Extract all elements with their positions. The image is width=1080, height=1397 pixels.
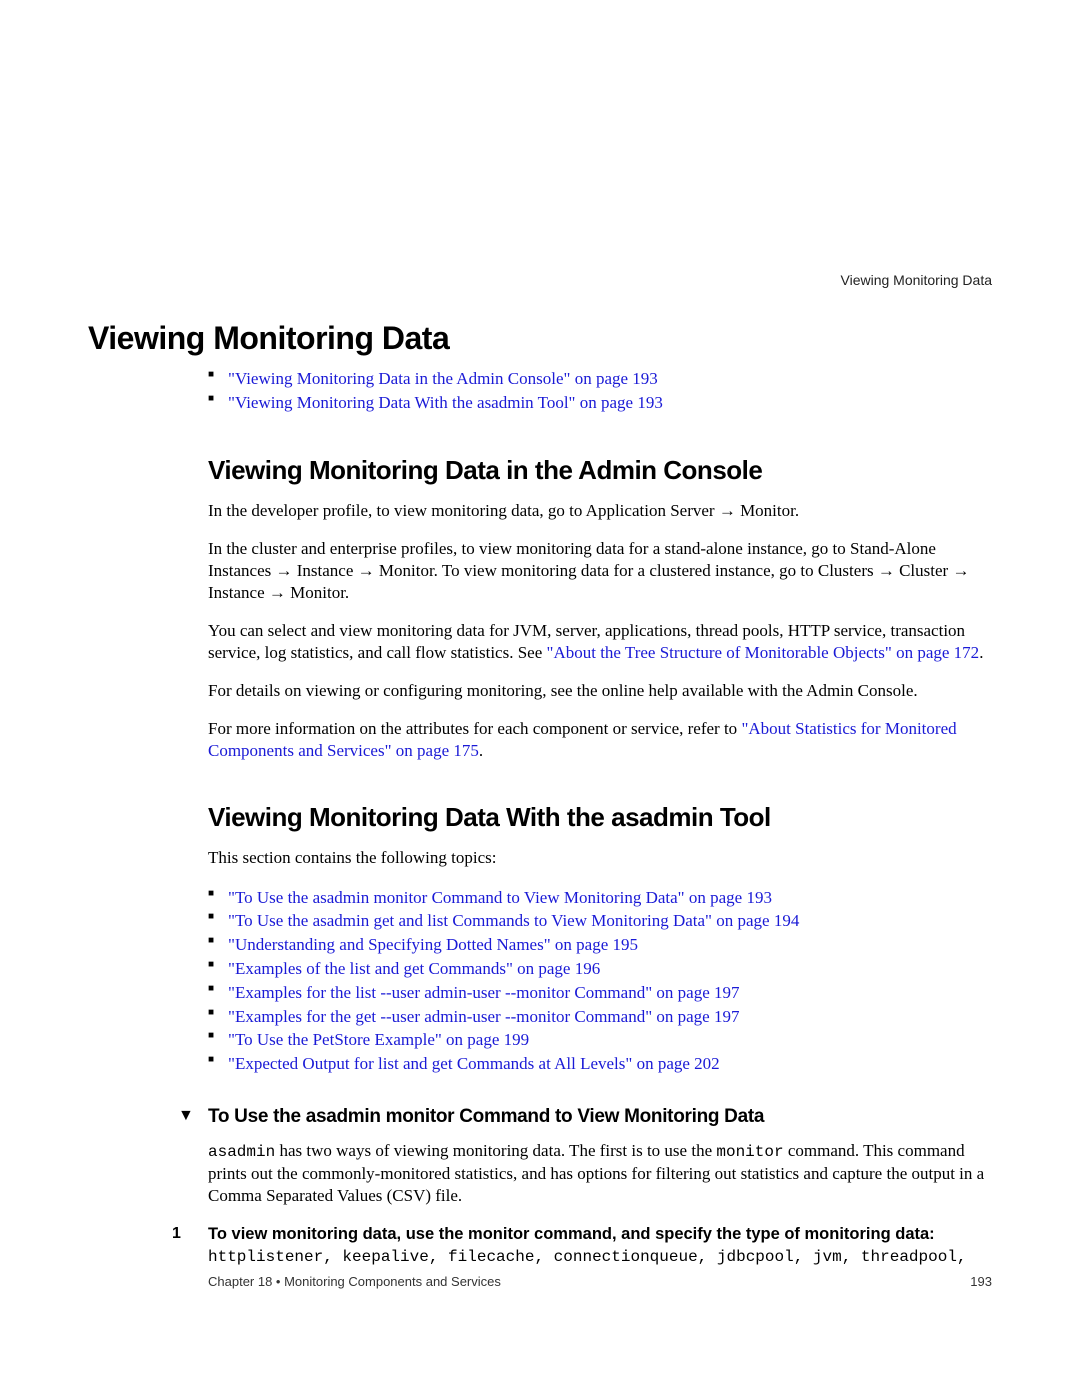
code-asadmin: asadmin [208, 1143, 275, 1161]
text: has two ways of viewing monitoring data.… [275, 1141, 716, 1160]
heading-asadmin-tool: Viewing Monitoring Data With the asadmin… [208, 802, 992, 833]
heading-text: To Use the asadmin monitor Command to Vi… [208, 1106, 764, 1127]
paragraph: For more information on the attributes f… [208, 718, 992, 762]
link-get-list-194[interactable]: "To Use the asadmin get and list Command… [228, 911, 799, 930]
paragraph: You can select and view monitoring data … [208, 620, 992, 664]
text: . [979, 643, 983, 662]
heading-monitor-command: ▼ To Use the asadmin monitor Command to … [208, 1106, 992, 1128]
paragraph: For details on viewing or configuring mo… [208, 680, 992, 702]
paragraph: In the developer profile, to view monito… [208, 500, 992, 522]
code-monitor: monitor [716, 1143, 783, 1161]
step-1: 1 To view monitoring data, use the monit… [208, 1223, 992, 1269]
page-footer: Chapter 18 • Monitoring Components and S… [88, 1274, 992, 1289]
heading-admin-console: Viewing Monitoring Data in the Admin Con… [208, 455, 992, 486]
page-title: Viewing Monitoring Data [88, 320, 992, 357]
link-expected-output-202[interactable]: "Expected Output for list and get Comman… [228, 1054, 720, 1073]
link-dotted-names-195[interactable]: "Understanding and Specifying Dotted Nam… [228, 935, 638, 954]
text: For more information on the attributes f… [208, 719, 741, 738]
link-admin-console-193[interactable]: "Viewing Monitoring Data in the Admin Co… [228, 369, 658, 388]
link-examples-list-197[interactable]: "Examples for the list --user admin-user… [228, 983, 740, 1002]
link-tree-structure-172[interactable]: "About the Tree Structure of Monitorable… [547, 643, 980, 662]
paragraph: This section contains the following topi… [208, 847, 992, 869]
running-header: Viewing Monitoring Data [841, 272, 993, 288]
footer-page-number: 193 [970, 1274, 992, 1289]
link-monitor-command-193[interactable]: "To Use the asadmin monitor Command to V… [228, 888, 772, 907]
footer-chapter: Chapter 18 • Monitoring Components and S… [208, 1274, 501, 1289]
link-petstore-199[interactable]: "To Use the PetStore Example" on page 19… [228, 1030, 529, 1049]
paragraph: In the cluster and enterprise profiles, … [208, 538, 992, 604]
link-examples-get-197[interactable]: "Examples for the get --user admin-user … [228, 1007, 739, 1026]
step-title: To view monitoring data, use the monitor… [208, 1223, 992, 1245]
step-body: httplistener, keepalive, filecache, conn… [208, 1247, 992, 1269]
link-asadmin-tool-193[interactable]: "Viewing Monitoring Data With the asadmi… [228, 393, 663, 412]
step-number: 1 [172, 1223, 181, 1245]
top-link-list: "Viewing Monitoring Data in the Admin Co… [208, 367, 992, 415]
section-marker-icon: ▼ [178, 1107, 194, 1125]
section-links-list: "To Use the asadmin monitor Command to V… [208, 886, 992, 1076]
paragraph: asadmin has two ways of viewing monitori… [208, 1140, 992, 1207]
text: . [479, 741, 483, 760]
link-examples-list-get-196[interactable]: "Examples of the list and get Commands" … [228, 959, 600, 978]
